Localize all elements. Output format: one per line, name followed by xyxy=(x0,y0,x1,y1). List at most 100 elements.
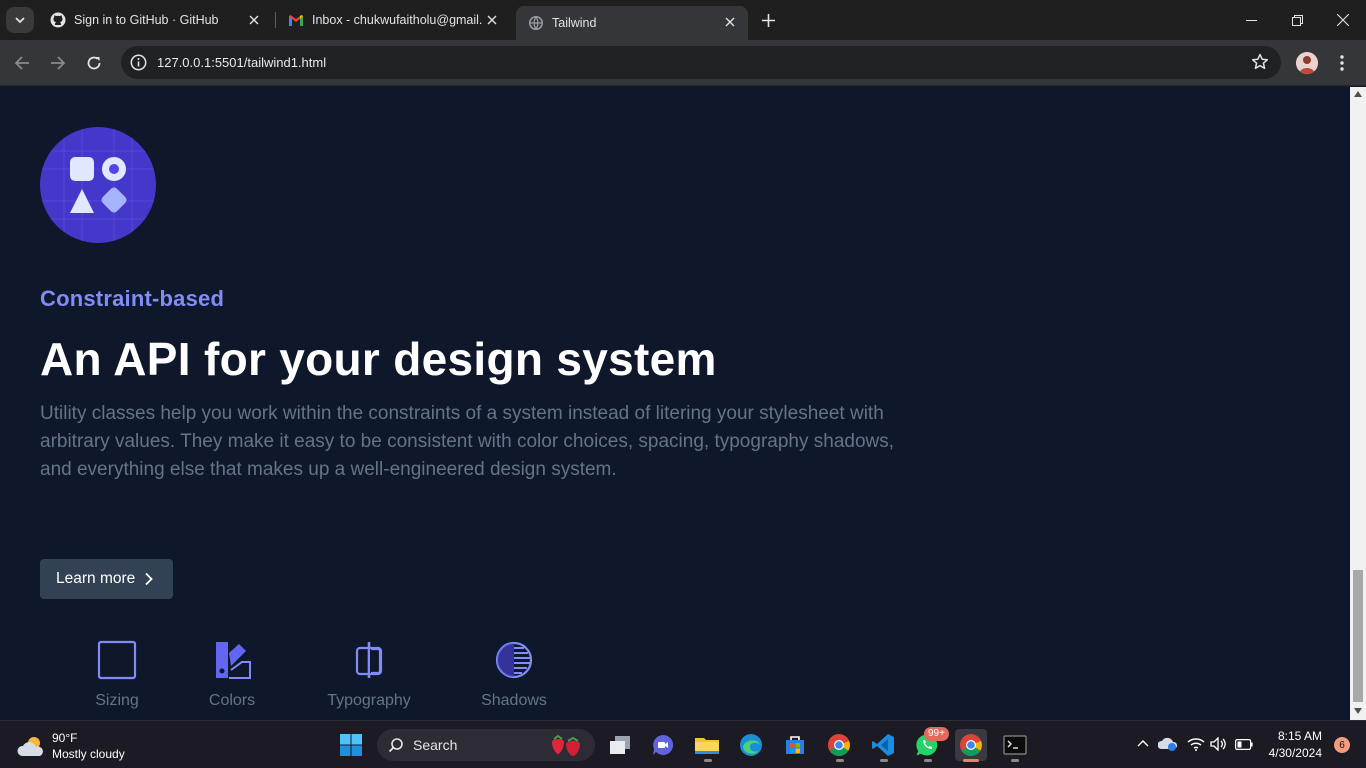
feature-shadows[interactable]: Shadows xyxy=(481,640,547,710)
gmail-icon xyxy=(288,12,304,28)
battery-icon[interactable] xyxy=(1235,739,1253,750)
tab-gmail[interactable]: Inbox - chukwufaitholu@gmail. xyxy=(276,0,510,40)
running-indicator xyxy=(924,759,932,762)
feature-label: Colors xyxy=(208,692,256,709)
new-tab-button[interactable] xyxy=(758,10,778,30)
clock-date: 4/30/2024 xyxy=(1268,746,1322,760)
github-icon xyxy=(50,12,66,28)
volume-icon[interactable] xyxy=(1210,737,1228,751)
page-title: An API for your design system xyxy=(40,333,717,385)
feature-sizing[interactable]: Sizing xyxy=(95,640,139,710)
scroll-down-arrow-icon[interactable] xyxy=(1354,708,1362,714)
file-explorer-button[interactable] xyxy=(691,729,723,761)
whatsapp-unread-badge: 99+ xyxy=(924,727,949,741)
close-icon xyxy=(1337,14,1349,26)
edge-button[interactable] xyxy=(735,729,767,761)
terminal-button[interactable] xyxy=(999,729,1031,761)
restore-button[interactable] xyxy=(1287,10,1307,30)
chat-icon xyxy=(653,734,674,755)
section-description: Utility classes help you work within the… xyxy=(40,403,895,480)
clock-time: 8:15 AM xyxy=(1277,729,1322,743)
search-label: Search xyxy=(413,737,458,753)
close-icon[interactable] xyxy=(484,12,500,28)
close-icon[interactable] xyxy=(246,12,262,28)
typography-icon xyxy=(355,642,383,678)
terminal-icon xyxy=(1003,735,1027,755)
vertical-scrollbar[interactable] xyxy=(1350,87,1366,720)
arrow-left-icon xyxy=(14,56,29,70)
page-content: Constraint-based An API for your design … xyxy=(0,87,1350,720)
chrome-icon xyxy=(960,734,982,756)
chrome-profile-1-button[interactable] xyxy=(823,729,855,761)
restore-icon xyxy=(1291,14,1303,26)
weather-description: Mostly cloudy xyxy=(52,747,125,761)
globe-icon xyxy=(528,15,544,31)
browser-menu-button[interactable] xyxy=(1334,52,1350,74)
back-button[interactable] xyxy=(11,52,33,74)
reload-button[interactable] xyxy=(83,52,105,74)
task-view-icon xyxy=(610,736,630,754)
teams-chat-button[interactable] xyxy=(647,729,679,761)
weather-widget[interactable]: 90°F Mostly cloudy xyxy=(16,730,125,762)
close-icon[interactable] xyxy=(722,14,738,30)
swatch-icon xyxy=(216,642,251,679)
windows-logo-icon xyxy=(340,734,362,756)
active-app-indicator xyxy=(963,759,979,762)
browser-toolbar: 127.0.0.1:5501/tailwind1.html xyxy=(0,40,1366,86)
tab-github[interactable]: Sign in to GitHub · GitHub xyxy=(38,0,272,40)
running-indicator xyxy=(704,759,712,762)
clock[interactable]: 8:15 AM 4/30/2024 xyxy=(1269,728,1322,762)
vscode-icon xyxy=(872,734,894,756)
running-indicator xyxy=(1011,759,1019,762)
info-icon[interactable] xyxy=(130,54,147,71)
feature-label: Shadows xyxy=(481,692,547,709)
bookmark-star-icon[interactable] xyxy=(1251,53,1269,71)
scroll-up-arrow-icon[interactable] xyxy=(1354,91,1362,97)
learn-more-label: Learn more xyxy=(56,570,136,587)
scrollbar-thumb[interactable] xyxy=(1353,570,1363,702)
feature-colors[interactable]: Colors xyxy=(208,640,256,710)
notification-count-badge[interactable]: 6 xyxy=(1334,737,1350,753)
chrome-icon xyxy=(828,734,850,756)
wifi-icon[interactable] xyxy=(1187,737,1205,751)
tab-title: Inbox - chukwufaitholu@gmail. xyxy=(312,13,482,27)
section-eyebrow: Constraint-based xyxy=(40,286,225,311)
tab-title: Tailwind xyxy=(552,16,597,30)
start-button[interactable] xyxy=(335,729,367,761)
profile-avatar[interactable] xyxy=(1296,52,1318,74)
onedrive-sync-icon[interactable] xyxy=(1158,736,1178,752)
show-hidden-icons-chevron-icon[interactable] xyxy=(1137,739,1149,747)
folder-icon xyxy=(695,738,719,754)
reload-icon xyxy=(87,56,101,70)
tab-tailwind[interactable]: Tailwind xyxy=(516,6,748,40)
feature-label: Typography xyxy=(327,692,411,709)
task-view-button[interactable] xyxy=(604,729,636,761)
store-button[interactable] xyxy=(779,729,811,761)
feature-typography[interactable]: Typography xyxy=(327,640,411,710)
edge-icon xyxy=(740,734,762,756)
minimize-button[interactable] xyxy=(1241,10,1261,30)
tab-title: Sign in to GitHub · GitHub xyxy=(74,13,219,27)
vscode-button[interactable] xyxy=(867,729,899,761)
forward-button[interactable] xyxy=(47,52,69,74)
partly-cloudy-icon xyxy=(17,737,43,756)
windows-taskbar: 90°F Mostly cloudy Search 8:15 AM 4/30/2… xyxy=(0,720,1366,768)
store-icon xyxy=(786,736,804,754)
tab-search-button[interactable] xyxy=(6,7,34,33)
constraint-shapes-icon xyxy=(40,127,156,243)
arrow-right-icon xyxy=(51,56,66,70)
learn-more-button[interactable]: Learn more xyxy=(40,559,173,599)
running-indicator xyxy=(880,759,888,762)
address-bar[interactable]: 127.0.0.1:5501/tailwind1.html xyxy=(121,46,1281,79)
taskbar-search[interactable]: Search xyxy=(377,729,595,761)
avatar-icon xyxy=(1296,52,1318,74)
chrome-profile-2-button[interactable] xyxy=(955,729,987,761)
square-icon xyxy=(97,640,137,680)
close-window-button[interactable] xyxy=(1333,10,1353,30)
shadow-icon xyxy=(495,641,533,679)
search-icon xyxy=(388,738,403,753)
plus-icon xyxy=(761,13,775,27)
chevron-down-icon xyxy=(15,17,25,24)
more-vertical-icon xyxy=(1340,55,1344,71)
url-text[interactable]: 127.0.0.1:5501/tailwind1.html xyxy=(157,55,326,70)
